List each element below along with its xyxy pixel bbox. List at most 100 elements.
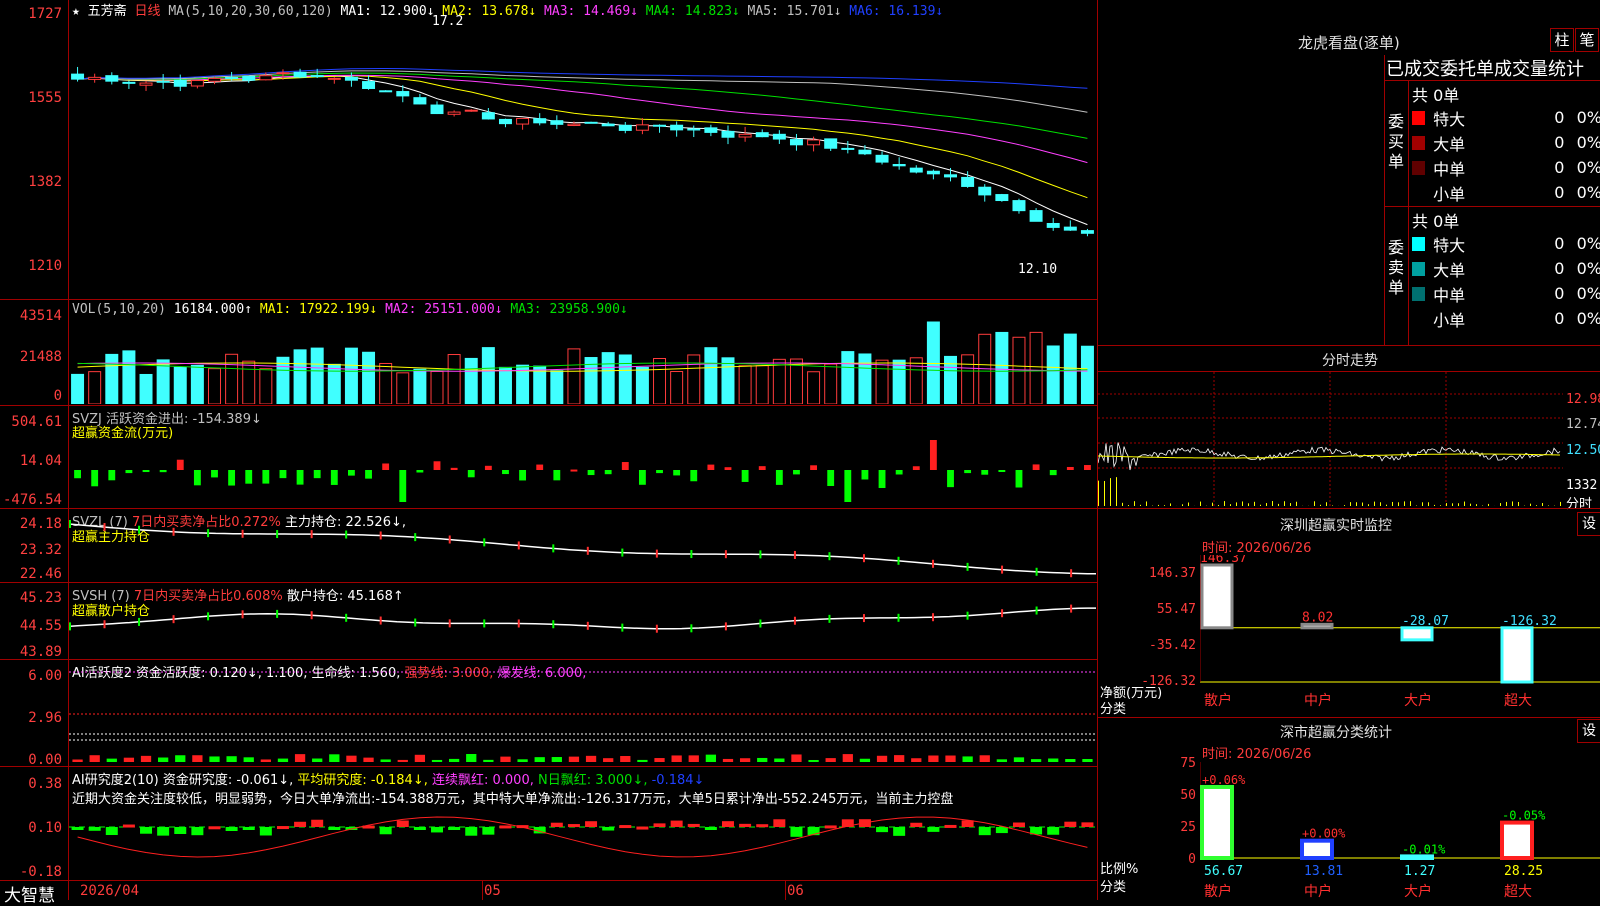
svsh-chart[interactable]	[69, 590, 1096, 658]
delta-label: +0.06%	[1202, 773, 1246, 787]
price-chart[interactable]	[69, 20, 1096, 298]
tick-mark	[587, 622, 589, 630]
candle-body	[1030, 211, 1042, 222]
candle-body	[294, 72, 306, 77]
monitor-chart[interactable]: 146.37散户8.02中户-28.07大户-126.32超大	[1200, 555, 1600, 725]
row-count: 0	[1527, 183, 1565, 202]
flow-bar	[228, 470, 235, 486]
intraday-vol-bar	[1452, 503, 1453, 506]
dragon-row: 小单00%	[1412, 180, 1600, 205]
svzj-subtitle: 超赢资金流(万元)	[72, 422, 173, 441]
svzl-chart[interactable]	[69, 520, 1096, 580]
monitor-value: -28.07	[1402, 614, 1449, 629]
dragon-row: 中单00%	[1412, 281, 1600, 306]
ai1-chart[interactable]	[69, 670, 1096, 765]
flow-bar	[365, 470, 372, 479]
row-count: 0	[1527, 284, 1565, 303]
activity-bar	[740, 758, 750, 762]
research-bar	[739, 824, 751, 827]
intraday-vol-bar	[1278, 504, 1279, 506]
candle-body	[671, 125, 683, 130]
monitor-settings-button[interactable]: 设	[1577, 512, 1600, 536]
research-bar	[209, 826, 221, 829]
candle-body	[226, 77, 238, 78]
activity-bar	[843, 754, 853, 762]
ma5: MA5: 15.701↓	[748, 4, 842, 19]
svzj-chart[interactable]	[69, 440, 1096, 506]
research-bar	[722, 821, 734, 827]
row-percent: 0%	[1564, 183, 1600, 202]
research-bar	[72, 827, 84, 830]
category-label: 中户	[1304, 883, 1332, 900]
volume-bar	[996, 332, 1008, 404]
research-bar	[876, 827, 888, 832]
dragon-tab[interactable]: 已成交委托单成交量统计	[1386, 55, 1584, 81]
classstat-settings-button[interactable]: 设	[1577, 719, 1600, 743]
flow-bar	[947, 470, 954, 487]
activity-bar	[107, 759, 117, 762]
intraday-vol-bar	[1248, 503, 1249, 506]
classstat-ylabel: 比例%	[1100, 858, 1138, 877]
flow-bar	[348, 470, 355, 476]
flow-bar	[639, 470, 646, 485]
row-name: 特大	[1433, 232, 1527, 256]
intraday-vol-bar	[1422, 502, 1423, 506]
flow-bar	[622, 462, 629, 470]
ratio-bar	[1302, 841, 1332, 858]
ratio-bar	[1402, 856, 1432, 858]
volume-bar	[431, 371, 443, 404]
intraday-chart[interactable]	[1098, 372, 1563, 508]
period-label[interactable]: 日线	[135, 4, 161, 19]
volume-bar	[294, 350, 306, 404]
dragon-row: 小单00%	[1412, 306, 1600, 331]
flow-bar	[143, 470, 150, 472]
classstat-time: 时间: 2026/06/26	[1202, 743, 1311, 762]
intraday-vol-bar	[1548, 505, 1549, 506]
intraday-vol-bar	[1236, 502, 1237, 506]
ai2-tick: -0.18	[0, 864, 62, 880]
activity-bar	[192, 755, 202, 762]
research-bar	[414, 827, 426, 830]
bar-mode-button[interactable]: 柱	[1550, 28, 1574, 52]
star-icon[interactable]: ★	[72, 4, 80, 19]
activity-bar	[723, 759, 733, 762]
vol-value: 16184.000↑	[174, 302, 252, 317]
svzj-tick: -476.54	[0, 492, 62, 508]
delta-label: -0.01%	[1402, 842, 1446, 856]
row-name: 特大	[1433, 106, 1527, 130]
brand-logo[interactable]: 大智慧	[4, 881, 55, 906]
tick-mode-button[interactable]: 笔	[1575, 28, 1599, 52]
classstat-chart[interactable]: +0.06%56.67散户+0.00%13.81中户-0.01%1.27大户-0…	[1200, 762, 1600, 900]
svzj-tick: 14.04	[0, 453, 62, 469]
intraday-vol-bar	[1470, 504, 1471, 506]
svzj-tick: 504.61	[0, 414, 62, 430]
candle-body	[910, 168, 922, 172]
activity-bar	[911, 758, 921, 762]
ma1: MA1: 12.900↓	[341, 4, 435, 19]
monitor-time: 时间: 2026/06/26	[1202, 537, 1311, 556]
price-tick: 1555	[0, 90, 62, 106]
ai2-chart[interactable]	[69, 805, 1096, 879]
vol-chart[interactable]	[69, 316, 1096, 404]
classstat-tick: 0	[1140, 852, 1196, 867]
delta-label: +0.00%	[1302, 827, 1346, 841]
dragon-row: 特大00%	[1412, 105, 1600, 130]
activity-bar	[962, 756, 972, 762]
tick-mark	[725, 550, 727, 558]
activity-bar	[586, 756, 596, 762]
intraday-vol-bar	[1242, 501, 1243, 506]
row-count: 0	[1527, 234, 1565, 253]
row-count: 0	[1527, 309, 1565, 328]
intraday-tick: 12.74	[1566, 417, 1600, 432]
tick-mark	[207, 529, 209, 537]
sep-svzj	[0, 508, 1097, 509]
row-percent: 0%	[1564, 234, 1600, 253]
candle-body	[842, 148, 854, 149]
intraday-vol-bar	[1560, 502, 1561, 506]
intraday-vol-bar	[1170, 503, 1171, 506]
tick-mark	[552, 620, 554, 628]
volume-bar	[72, 374, 84, 404]
candle-body	[1047, 223, 1059, 227]
research-bar	[294, 822, 306, 827]
research-bar	[140, 827, 152, 834]
